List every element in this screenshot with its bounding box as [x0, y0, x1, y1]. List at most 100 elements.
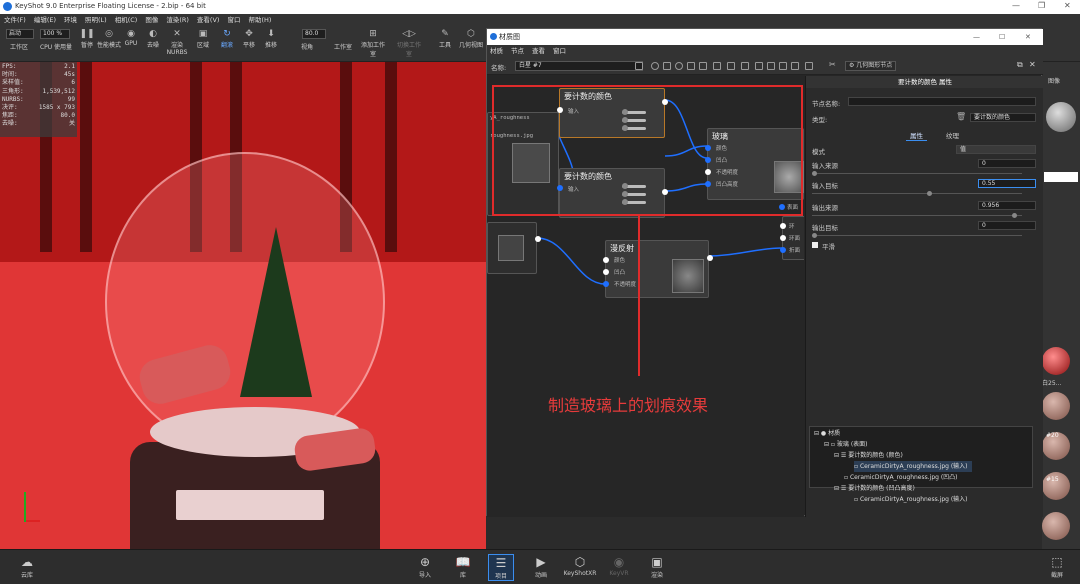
menu-lighting[interactable]: 照明(L): [85, 14, 107, 26]
output-source-slider[interactable]: [812, 213, 1022, 218]
collapse-icon[interactable]: [767, 62, 775, 70]
menu-node[interactable]: 节点: [511, 45, 524, 57]
material-ball[interactable]: [1042, 347, 1070, 375]
right-input[interactable]: [1044, 172, 1078, 182]
tree-item[interactable]: ▫ CeramicDirtyA_roughness.jpg (输入): [854, 461, 972, 472]
texture-node[interactable]: [487, 222, 541, 274]
render-nurbs-button[interactable]: ✕ 渲染 NURBS: [164, 28, 190, 56]
studio-button[interactable]: 工作室: [330, 42, 356, 51]
image-icon[interactable]: [791, 62, 799, 70]
project-button[interactable]: ☰ 项目: [488, 554, 514, 581]
tab-texture[interactable]: 纹理: [946, 130, 959, 140]
output-port[interactable]: [535, 236, 541, 242]
close-icon[interactable]: ✕: [1064, 1, 1071, 10]
sphere-icon[interactable]: [651, 62, 659, 70]
node-name-input[interactable]: [848, 97, 1036, 106]
keyshotxr-button[interactable]: ⬡ KeyShotXR: [562, 554, 598, 577]
material-output-node[interactable]: 环 环面 折面: [780, 216, 804, 260]
float-icon[interactable]: ⧉: [1017, 60, 1023, 70]
render-button[interactable]: ▣ 渲染: [644, 554, 670, 579]
output-source-field[interactable]: 0.956: [978, 201, 1036, 210]
trash-icon[interactable]: 🗑: [956, 112, 966, 121]
layout-icon[interactable]: [687, 62, 695, 70]
bump-port[interactable]: [603, 269, 609, 275]
menu-camera[interactable]: 相机(C): [115, 14, 138, 26]
port[interactable]: [780, 235, 786, 241]
output-target-field[interactable]: 0: [978, 221, 1036, 230]
menu-image[interactable]: 图像: [145, 14, 158, 26]
tree-item[interactable]: ⊟ ☰ 要计数的颜色 (凹凸高度): [834, 483, 915, 494]
slider-knob[interactable]: [927, 191, 932, 196]
dolly-button[interactable]: ⬇ 推移: [258, 28, 284, 49]
slider-knob[interactable]: [812, 171, 817, 176]
expand-icon[interactable]: [779, 62, 787, 70]
close-panel-icon[interactable]: ✕: [1029, 60, 1036, 69]
output-port[interactable]: [707, 255, 713, 261]
geometry-view-button[interactable]: ⬡ 几何视图: [458, 28, 484, 49]
cloud-library-button[interactable]: ☁ 云库: [14, 554, 40, 579]
refresh-icon[interactable]: [675, 62, 683, 70]
tree-item[interactable]: ⊟ ☰ 要计数的颜色 (颜色): [834, 450, 903, 461]
geometry-node-button[interactable]: ⚙ 几何图形节点: [845, 61, 897, 71]
mode-dropdown[interactable]: 值: [956, 145, 1036, 154]
import-button[interactable]: ⊕ 导入: [412, 554, 438, 579]
menu-material[interactable]: 材质: [490, 45, 503, 57]
start-dropdown[interactable]: 启动: [6, 29, 34, 39]
region-button[interactable]: ▣ 区域: [190, 28, 216, 49]
add-studio-button[interactable]: ⊞ 添加工作室: [360, 28, 386, 58]
maximize-icon[interactable]: ☐: [999, 29, 1005, 45]
input-source-field[interactable]: 0: [978, 159, 1036, 168]
keyvr-button[interactable]: ◉ KeyVR: [606, 554, 632, 577]
cpu-usage-button[interactable]: CPU 使用量: [38, 42, 74, 51]
opacity-port[interactable]: [603, 281, 609, 287]
tab-properties[interactable]: 属性: [906, 130, 927, 141]
slider-knob[interactable]: [812, 233, 817, 238]
menu-window[interactable]: 窗口: [227, 14, 240, 26]
material-preview-ball[interactable]: [1046, 102, 1076, 132]
menu-edit[interactable]: 编辑(E): [34, 14, 56, 26]
tree-item[interactable]: ▫ CeramicDirtyA_roughness.jpg (凹凸): [844, 472, 958, 483]
menu-file[interactable]: 文件(F): [4, 14, 26, 26]
workspace-button[interactable]: 工作区: [6, 42, 32, 51]
perspective-button[interactable]: 视角: [294, 42, 320, 51]
zoom-dropdown[interactable]: 100 %: [40, 29, 70, 39]
screenshot-button[interactable]: ⬚ 截屏: [1044, 554, 1070, 579]
type-dropdown[interactable]: 要计数的颜色: [970, 113, 1036, 122]
denoise-button[interactable]: ◐ 去噪: [140, 28, 166, 49]
grid-icon[interactable]: [713, 62, 721, 70]
fov-input[interactable]: 80.0: [302, 29, 326, 39]
warning-icon[interactable]: [699, 62, 707, 70]
slider-knob[interactable]: [1012, 213, 1017, 218]
tools-button[interactable]: ✎ 工具: [432, 28, 458, 49]
menu-render[interactable]: 渲染(R): [166, 14, 189, 26]
align-icon[interactable]: [755, 62, 763, 70]
material-ball[interactable]: [1042, 512, 1070, 540]
tree-item[interactable]: ▫ CeramicDirtyA_roughness.jpg (输入): [854, 494, 968, 505]
menu-window[interactable]: 窗口: [553, 45, 566, 57]
tree-item[interactable]: ⊟ ▫ 玻璃 (表面): [824, 439, 868, 450]
menu-environment[interactable]: 环境: [64, 14, 77, 26]
menu-view[interactable]: 查看: [532, 45, 545, 57]
input-target-field[interactable]: 0.55: [978, 179, 1036, 188]
input-source-slider[interactable]: [812, 171, 1022, 176]
menu-view[interactable]: 查看(V): [197, 14, 220, 26]
output-target-slider[interactable]: [812, 233, 1022, 238]
menu-help[interactable]: 帮助(H): [248, 14, 271, 26]
close-icon[interactable]: ✕: [1025, 29, 1031, 45]
camera-icon[interactable]: [805, 62, 813, 70]
save-icon[interactable]: [635, 62, 643, 70]
material-name-input[interactable]: 白星 #7: [515, 61, 643, 71]
maximize-icon[interactable]: ❐: [1038, 1, 1045, 10]
port[interactable]: [780, 223, 786, 229]
material-ball[interactable]: [1042, 392, 1070, 420]
minimize-icon[interactable]: —: [1012, 1, 1020, 10]
cut-icon[interactable]: ✂: [829, 60, 837, 69]
diffuse-node[interactable]: 漫反射 颜色 凹凸 不透明度: [603, 240, 713, 298]
animation-button[interactable]: ▶ 动画: [528, 554, 554, 579]
switch-studio-button[interactable]: ◁▷ 切换工作室: [396, 28, 422, 58]
copy-icon[interactable]: [741, 62, 749, 70]
delete-icon[interactable]: [727, 62, 735, 70]
port[interactable]: [780, 247, 786, 253]
color-port[interactable]: [603, 257, 609, 263]
minimize-icon[interactable]: —: [973, 29, 980, 45]
